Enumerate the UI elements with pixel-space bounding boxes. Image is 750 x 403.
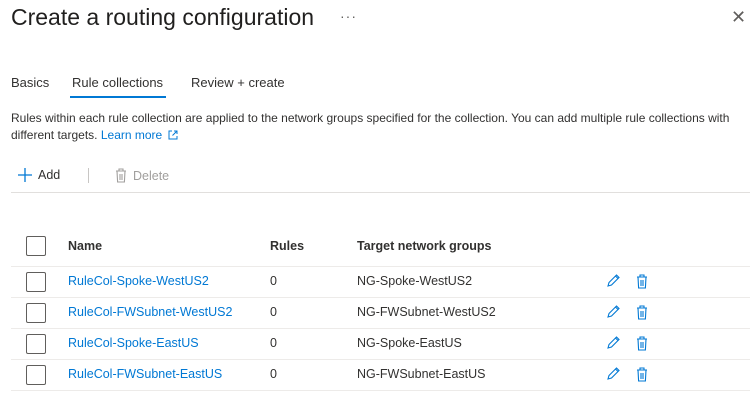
tab-review-create[interactable]: Review + create — [191, 75, 285, 90]
delete-row-icon[interactable] — [636, 305, 648, 325]
close-button[interactable]: ✕ — [731, 7, 746, 28]
plus-icon — [18, 168, 32, 182]
add-label: Add — [38, 168, 61, 182]
rules-count: 0 — [270, 305, 277, 319]
target-network-group: NG-Spoke-WestUS2 — [357, 274, 473, 288]
column-header-target[interactable]: Target network groups — [357, 239, 492, 253]
rule-collection-name-link[interactable]: RuleCol-Spoke-EastUS — [68, 336, 199, 350]
target-network-group: NG-Spoke-EastUS — [357, 336, 462, 350]
learn-more-link[interactable]: Learn more — [101, 128, 178, 142]
row-checkbox[interactable] — [26, 272, 46, 292]
active-tab-indicator — [70, 96, 166, 98]
row-checkbox[interactable] — [26, 334, 46, 354]
target-network-group: NG-FWSubnet-EastUS — [357, 367, 486, 381]
external-link-icon — [168, 130, 178, 140]
target-network-group: NG-FWSubnet-WestUS2 — [357, 305, 496, 319]
rules-count: 0 — [270, 336, 277, 350]
rule-collection-name-link[interactable]: RuleCol-FWSubnet-EastUS — [68, 367, 222, 381]
row-divider — [11, 328, 750, 329]
edit-icon[interactable] — [606, 305, 620, 324]
tab-rule-collections[interactable]: Rule collections — [72, 75, 163, 90]
row-checkbox[interactable] — [26, 365, 46, 385]
learn-more-label: Learn more — [100, 128, 163, 142]
edit-icon[interactable] — [606, 336, 620, 355]
column-header-rules[interactable]: Rules — [270, 239, 304, 253]
tab-basics[interactable]: Basics — [11, 75, 49, 90]
edit-icon[interactable] — [606, 367, 620, 386]
rule-collection-name-link[interactable]: RuleCol-Spoke-WestUS2 — [68, 274, 209, 288]
select-all-checkbox[interactable] — [26, 236, 46, 256]
add-button[interactable]: Add — [18, 168, 60, 182]
delete-button[interactable]: Delete — [115, 168, 169, 183]
column-header-name[interactable]: Name — [68, 239, 102, 253]
row-divider — [11, 359, 750, 360]
edit-icon[interactable] — [606, 274, 620, 293]
rules-count: 0 — [270, 274, 277, 288]
delete-label: Delete — [133, 168, 170, 183]
toolbar-divider — [11, 192, 750, 193]
more-options-button[interactable]: ··· — [340, 8, 357, 24]
delete-row-icon[interactable] — [636, 336, 648, 356]
delete-row-icon[interactable] — [636, 367, 648, 387]
rule-collection-name-link[interactable]: RuleCol-FWSubnet-WestUS2 — [68, 305, 232, 319]
trash-icon — [116, 168, 126, 183]
row-divider — [11, 390, 750, 391]
row-checkbox[interactable] — [26, 303, 46, 323]
row-divider — [11, 297, 750, 298]
toolbar-separator — [88, 168, 89, 183]
page-title: Create a routing configuration — [11, 4, 315, 30]
delete-row-icon[interactable] — [636, 274, 648, 294]
description: Rules within each rule collection are ap… — [11, 110, 746, 144]
rules-count: 0 — [270, 367, 277, 381]
row-divider — [11, 266, 750, 267]
